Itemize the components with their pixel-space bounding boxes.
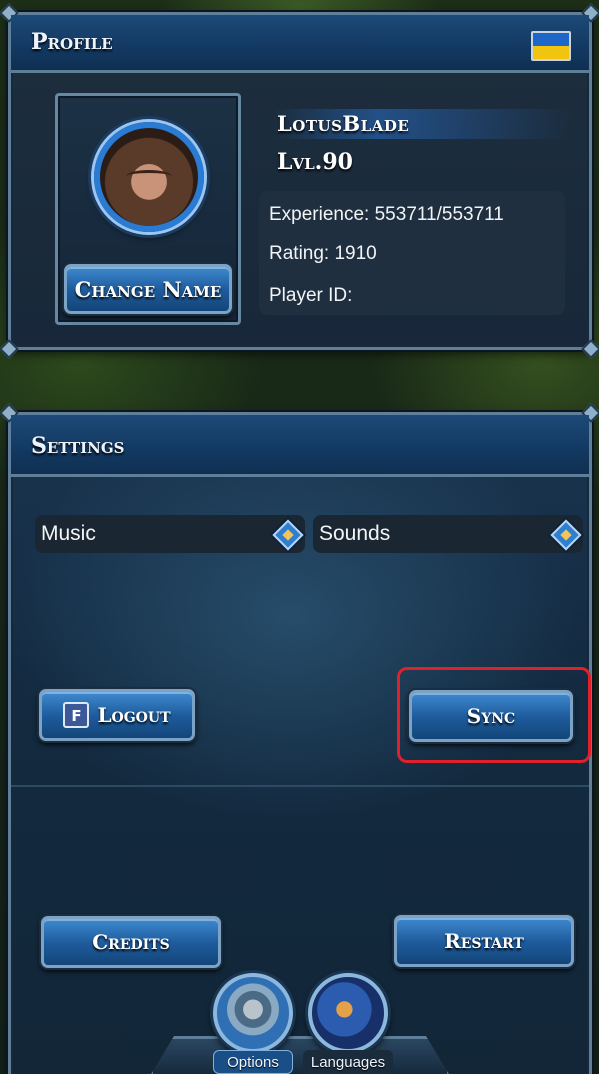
player-level: Lvl.90 (277, 149, 353, 175)
sync-button[interactable]: Sync (409, 690, 573, 742)
gear-icon[interactable] (213, 973, 293, 1053)
ukraine-flag-icon[interactable] (531, 31, 571, 61)
flag-blue-stripe (533, 33, 569, 46)
profile-header: Profile (11, 15, 589, 73)
change-name-button[interactable]: Change Name (64, 264, 232, 314)
music-label: Music (41, 522, 96, 545)
player-id-stat: Player ID: (269, 285, 353, 306)
corner-ornament (581, 339, 599, 359)
settings-panel: Settings Music Sounds f Logout Sync Cred… (0, 403, 599, 1074)
restart-button[interactable]: Restart (394, 915, 574, 967)
bottom-nav-base (150, 1036, 450, 1074)
sounds-label: Sounds (319, 522, 391, 545)
avatar[interactable] (94, 122, 204, 232)
stats-box: Experience: 553711/553711 Rating: 1910 P… (259, 191, 565, 315)
nav-languages-label[interactable]: Languages (303, 1050, 393, 1074)
profile-title: Profile (31, 29, 113, 55)
settings-divider (11, 785, 589, 787)
nav-options-label[interactable]: Options (213, 1050, 293, 1074)
music-toggle-icon[interactable] (272, 519, 304, 551)
logout-button[interactable]: f Logout (39, 689, 195, 741)
player-name: LotusBlade (277, 111, 410, 136)
rating-stat: Rating: 1910 (269, 243, 377, 264)
music-row: Music (35, 515, 305, 553)
flag-yellow-stripe (533, 46, 569, 59)
credits-button[interactable]: Credits (41, 916, 221, 968)
settings-header: Settings (11, 415, 589, 477)
corner-ornament (0, 339, 19, 359)
facebook-icon: f (63, 702, 90, 728)
experience-stat: Experience: 553711/553711 (269, 204, 504, 225)
logout-label: Logout (97, 703, 171, 727)
globe-icon[interactable] (308, 973, 388, 1053)
avatar-frame: Change Name (55, 93, 241, 325)
sounds-row: Sounds (313, 515, 583, 553)
sounds-toggle-icon[interactable] (550, 519, 582, 551)
settings-title: Settings (31, 433, 125, 459)
profile-panel: Profile Change Name LotusBlade Lvl.90 Ex… (0, 3, 599, 359)
